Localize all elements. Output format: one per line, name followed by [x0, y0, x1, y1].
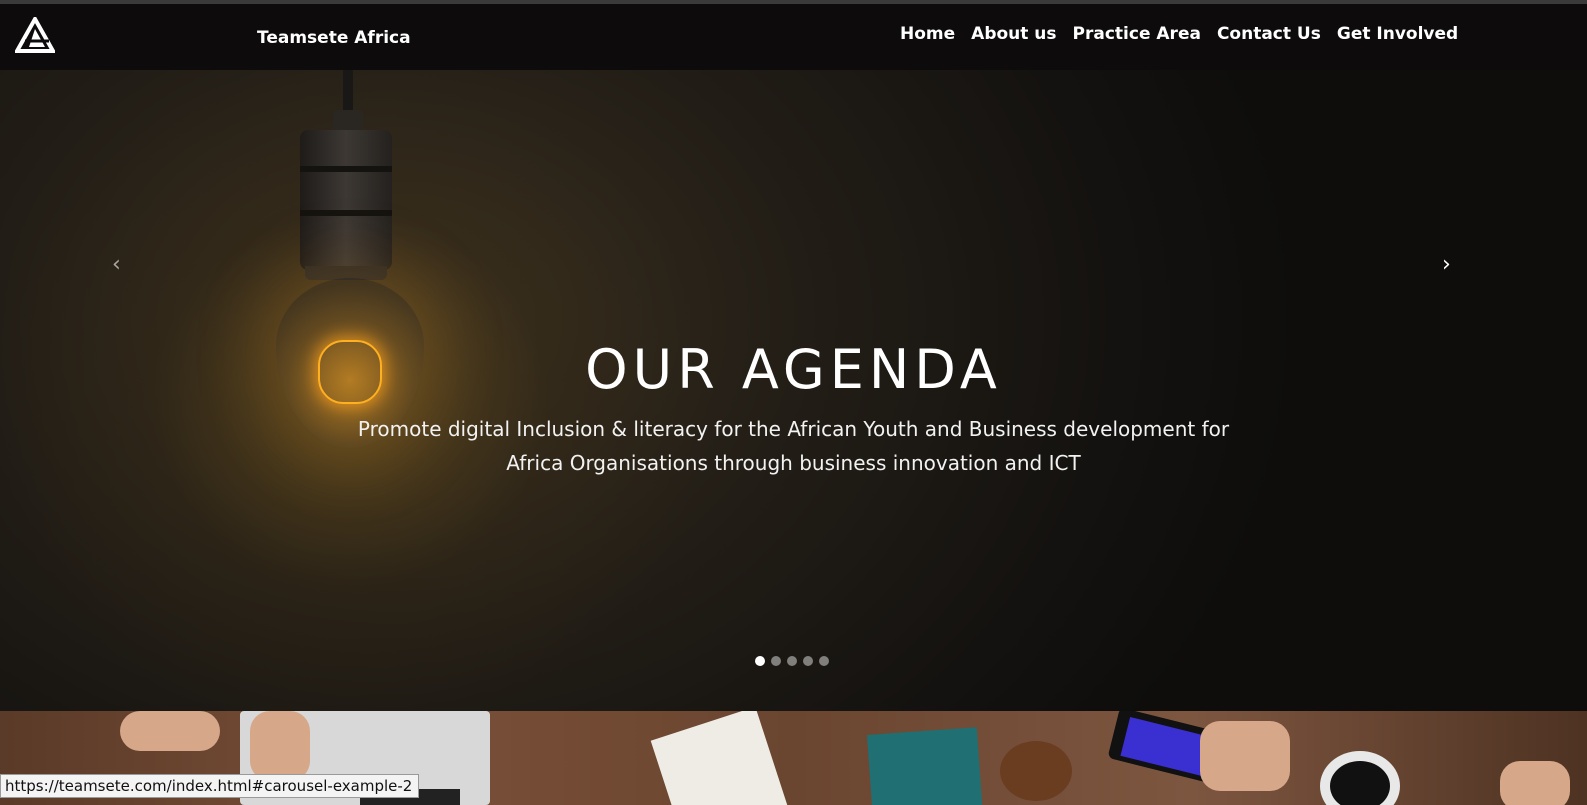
hero-carousel: ‹ › OUR AGENDA Promote digital Inclusion… — [0, 70, 1587, 711]
hero-title: OUR AGENDA — [585, 338, 1002, 401]
carousel-indicator-3[interactable] — [787, 656, 797, 666]
status-bar-url: https://teamsete.com/index.html#carousel… — [0, 774, 420, 798]
logo-icon[interactable] — [13, 14, 57, 53]
main-nav: Home About us Practice Area Contact Us G… — [892, 24, 1466, 44]
navbar: Teamsete Africa Home About us Practice A… — [0, 4, 1587, 70]
carousel-indicator-2[interactable] — [771, 656, 781, 666]
brand-name[interactable]: Teamsete Africa — [257, 28, 411, 48]
carousel-indicator-4[interactable] — [803, 656, 813, 666]
nav-about-us[interactable]: About us — [963, 24, 1064, 44]
nav-practice-area[interactable]: Practice Area — [1065, 24, 1209, 44]
chevron-left-icon[interactable]: ‹ — [112, 252, 121, 277]
nav-get-involved[interactable]: Get Involved — [1329, 24, 1466, 44]
carousel-indicators — [755, 656, 829, 666]
carousel-indicator-5[interactable] — [819, 656, 829, 666]
nav-home[interactable]: Home — [892, 24, 963, 44]
hero-subtitle: Promote digital Inclusion & literacy for… — [357, 417, 1230, 475]
chevron-right-icon[interactable]: › — [1442, 252, 1451, 277]
carousel-indicator-1[interactable] — [755, 656, 765, 666]
nav-contact-us[interactable]: Contact Us — [1209, 24, 1329, 44]
